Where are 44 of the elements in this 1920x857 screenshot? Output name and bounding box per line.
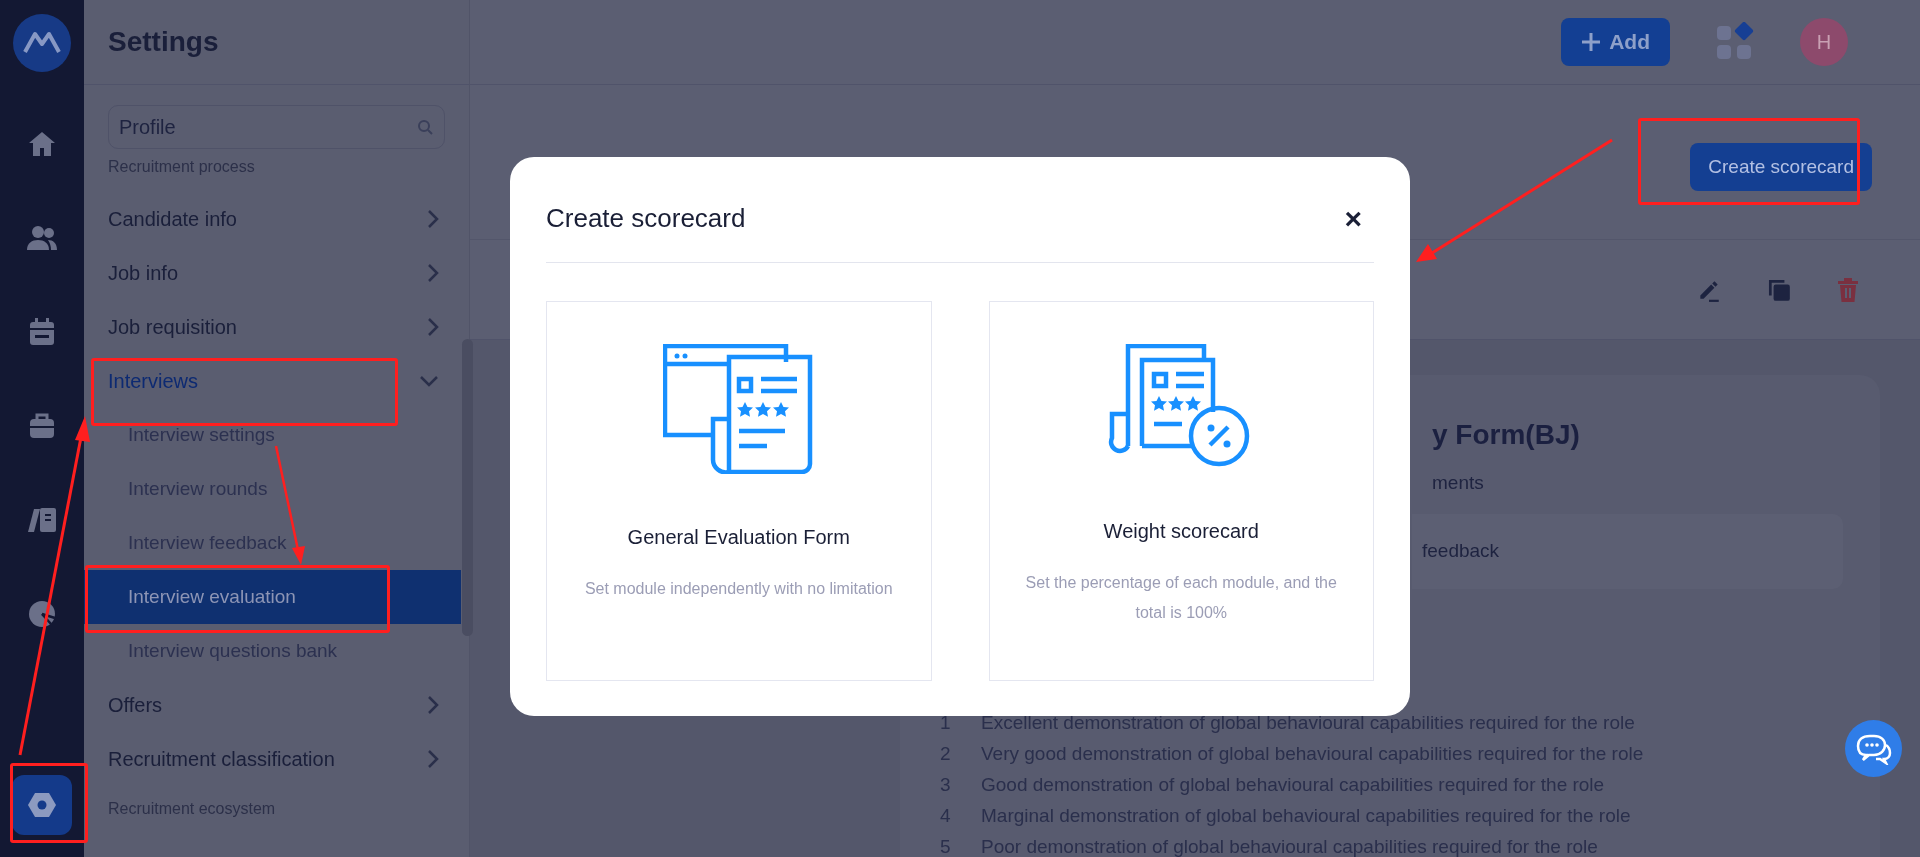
calendar-icon [28,317,56,347]
menu-item[interactable]: Job info [108,258,179,288]
people-icon [26,225,58,251]
chevron-right-icon [427,317,439,337]
option-card[interactable]: Weight scorecard Set the percentage of each module, and the total is 100% [988,301,1374,681]
dialog-title: Create scorecard [546,202,746,235]
menu-item[interactable]: Job requisition [108,312,237,342]
plus-icon [1581,32,1602,52]
option-card[interactable]: General Evaluation Form Set module independently with no limitation [546,301,932,681]
pie-chart-icon [27,599,57,629]
option-title: General Evaluation Form [627,525,850,550]
menu-item[interactable]: Recruitment classification [108,744,335,774]
gear-icon [27,791,57,819]
settings-button[interactable] [12,775,72,835]
book-icon [26,506,58,534]
apps-icon[interactable] [1715,22,1755,62]
chevron-down-icon [419,375,439,387]
chat-bubbles-icon [1855,732,1892,765]
option-description: Set module independently with no limitation [584,579,893,599]
create-scorecard-button[interactable]: Create scorecard [1690,143,1872,191]
submenu-item[interactable]: Interview evaluation [84,570,461,624]
search-field[interactable]: Profile [108,105,445,149]
chevron-right-icon [427,749,439,769]
menu-item[interactable]: Offers [108,690,163,720]
option-description: Set the percentage of each module, and the total is 100% [1024,573,1338,623]
form-subtitle: ments [1432,471,1484,495]
scrollbar[interactable] [462,339,473,636]
chevron-right-icon [427,695,439,715]
form-icon [662,344,815,474]
menu-item[interactable]: Candidate info [108,204,237,234]
form-title: y Form(BJ) [1432,418,1580,452]
option-title: Weight scorecard [1103,519,1259,544]
close-button[interactable]: × [1344,203,1362,234]
briefcase-icon [28,412,56,440]
add-button[interactable]: Add [1561,18,1670,66]
chevron-right-icon [427,209,439,229]
user-avatar[interactable]: H [1800,18,1848,66]
search-icon [417,119,433,135]
home-icon [27,130,57,158]
field-label: feedback [1422,538,1500,563]
page-title: Settings [84,0,469,85]
chevron-right-icon [427,263,439,283]
logo-icon[interactable] [13,14,71,72]
menu-item[interactable]: Interviews [108,366,199,396]
